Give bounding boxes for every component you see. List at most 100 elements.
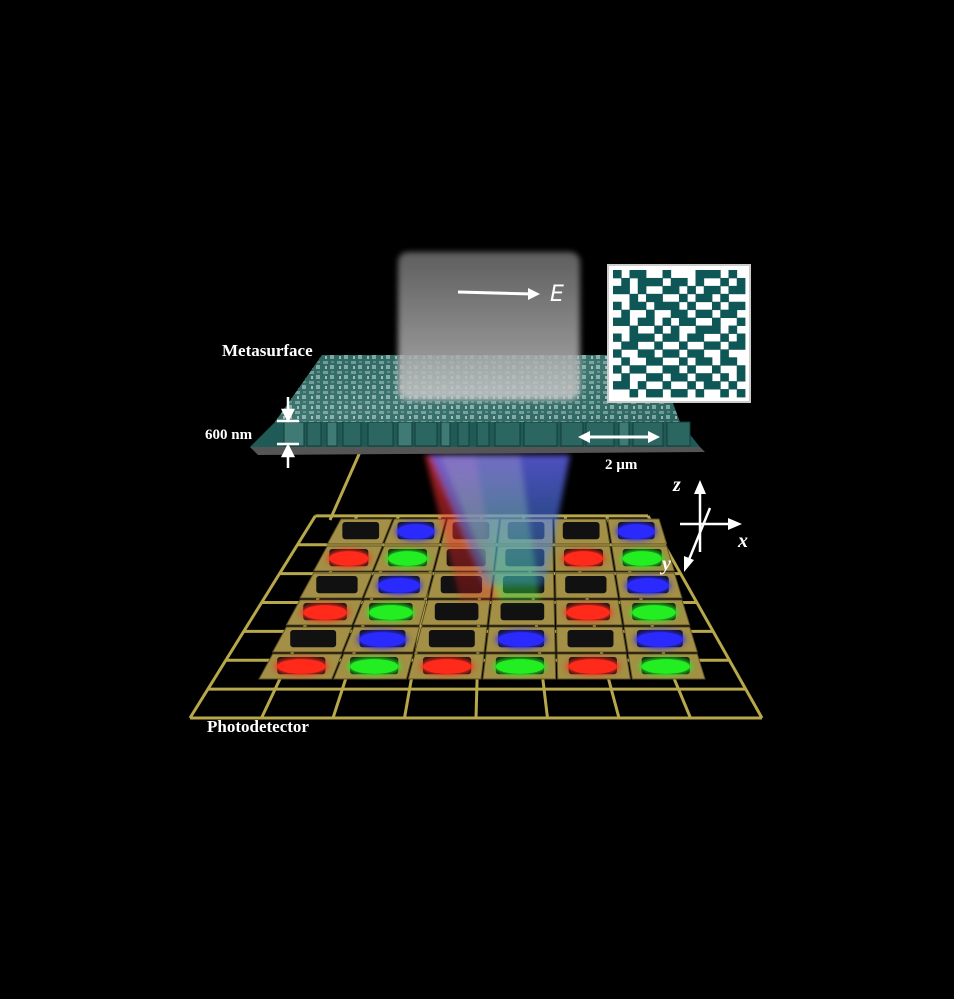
pattern-cell xyxy=(613,285,622,295)
pattern-cell xyxy=(621,285,630,295)
pattern-cell xyxy=(670,373,680,382)
pattern-cell xyxy=(728,301,738,311)
metasurface-label: Metasurface xyxy=(222,341,313,360)
metasurface-pillar xyxy=(342,421,362,447)
metasurface-pillar xyxy=(585,421,615,447)
pattern-cell xyxy=(703,309,713,319)
pattern-cell xyxy=(637,285,647,295)
pattern-cell xyxy=(662,333,672,342)
pattern-cell xyxy=(662,381,672,390)
pattern-cell xyxy=(720,389,729,398)
axis-y-label: y xyxy=(660,553,671,575)
red-pixel xyxy=(303,605,347,620)
blue-pixel xyxy=(636,632,683,647)
pattern-cell xyxy=(654,373,663,382)
red-pixel xyxy=(277,659,326,674)
pattern-cell xyxy=(670,277,680,287)
pattern-cell xyxy=(629,301,639,311)
pattern-cell xyxy=(703,293,713,303)
pattern-cell xyxy=(687,301,696,311)
pattern-cell xyxy=(629,270,639,279)
metasurface-pillar xyxy=(367,421,394,447)
metasurface-pillar xyxy=(666,421,691,447)
pattern-cell xyxy=(654,277,663,287)
pattern-cell xyxy=(712,270,721,279)
pattern-cell xyxy=(621,317,630,326)
green-pixel xyxy=(495,659,545,674)
metasurface-pillar xyxy=(494,421,521,447)
metasurface-pillar xyxy=(560,421,584,447)
metasurface-pillar xyxy=(618,421,630,447)
pattern-cell xyxy=(712,285,721,295)
blue-pixel xyxy=(378,578,420,593)
pattern-cell xyxy=(720,333,729,342)
pattern-cell xyxy=(695,373,705,382)
pattern-cell xyxy=(720,309,729,319)
pattern-cell xyxy=(736,373,746,382)
pattern-cell xyxy=(712,317,721,326)
blue-pixel xyxy=(397,524,435,539)
pattern-cell xyxy=(712,365,721,374)
pattern-cell xyxy=(720,349,729,358)
red-pixel xyxy=(422,659,472,674)
detector-well xyxy=(316,575,358,594)
coordinate-axes xyxy=(680,480,742,572)
pattern-cell xyxy=(712,325,721,334)
pattern-cell xyxy=(703,270,713,279)
efield-arrow xyxy=(457,290,533,296)
green-pixel xyxy=(350,659,399,674)
pattern-cell xyxy=(679,309,688,319)
metasurface-pillar xyxy=(306,421,322,447)
pattern-cell xyxy=(728,325,738,334)
pattern-cell xyxy=(703,381,713,390)
detector-well xyxy=(567,629,614,648)
pattern-cell xyxy=(695,349,705,358)
pattern-cell xyxy=(736,317,746,326)
blue-pixel xyxy=(498,632,545,647)
pattern-cell xyxy=(629,293,639,303)
beam-glow xyxy=(398,252,580,400)
pattern-cell xyxy=(637,277,647,287)
pattern-cell xyxy=(670,389,680,398)
pattern-cell xyxy=(679,341,688,350)
pattern-cell xyxy=(670,301,680,311)
pattern-cell xyxy=(646,333,655,342)
pattern-cell xyxy=(703,325,713,334)
pattern-cell xyxy=(695,357,705,366)
pattern-cell xyxy=(736,277,746,287)
pattern-cell xyxy=(646,277,655,287)
pattern-cell xyxy=(703,357,713,366)
detector-well xyxy=(342,521,380,540)
pattern-cell xyxy=(662,317,672,326)
pattern-cell xyxy=(736,365,746,374)
metasurface-pillar xyxy=(414,421,438,447)
metasurface-pillar xyxy=(457,421,470,447)
metasurface-pillars xyxy=(283,421,691,447)
pattern-cell xyxy=(687,381,696,390)
pattern-cell xyxy=(637,317,647,326)
pattern-cell xyxy=(629,389,639,398)
metasurface-pillar xyxy=(440,421,451,447)
pattern-cell xyxy=(613,317,622,326)
pattern-cell xyxy=(613,349,622,358)
pattern-cell xyxy=(637,381,647,390)
pattern-cell xyxy=(662,285,672,295)
pattern-cell xyxy=(736,301,746,311)
thickness-label: 600 nm xyxy=(205,427,253,443)
pattern-cell xyxy=(695,389,705,398)
pattern-cell xyxy=(712,381,721,390)
pattern-cell xyxy=(646,293,655,303)
pattern-cell xyxy=(695,333,705,342)
pattern-cell xyxy=(728,341,738,350)
efield-label: E xyxy=(550,282,564,307)
green-pixel xyxy=(369,605,413,620)
pattern-cell xyxy=(695,270,705,279)
pattern-cell xyxy=(613,301,622,311)
pattern-cell xyxy=(712,341,721,350)
grid-line xyxy=(328,451,362,521)
unit-cell-inset xyxy=(607,264,751,403)
pattern-cell xyxy=(679,277,688,287)
pattern-cell xyxy=(736,341,746,350)
pattern-cell xyxy=(613,365,622,374)
pattern-cell xyxy=(637,349,647,358)
